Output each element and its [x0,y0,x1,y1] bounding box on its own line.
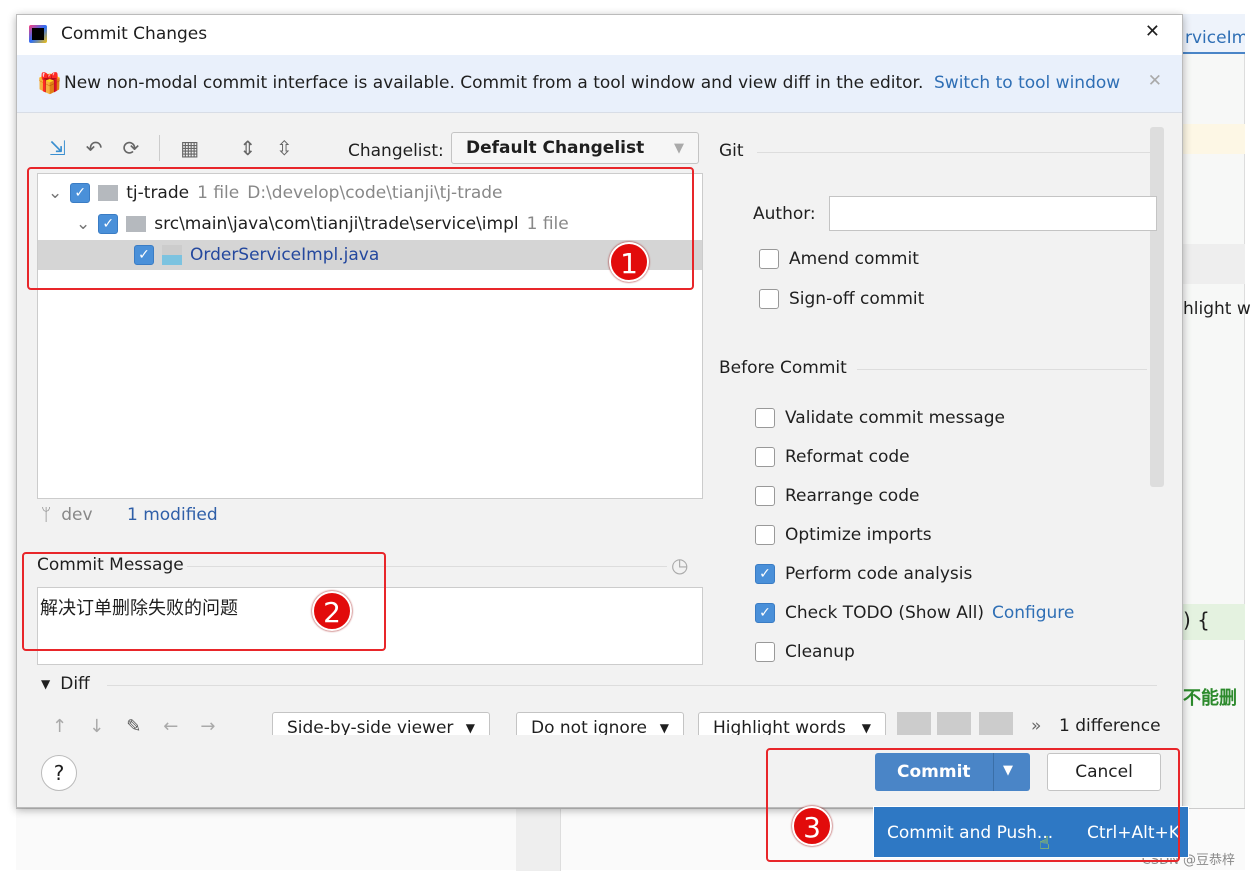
option-label: Perform code analysis [785,564,973,584]
highlight-value: Highlight words [713,718,846,735]
banner-close-icon[interactable]: ✕ [1148,71,1162,91]
scrollbar[interactable] [1150,127,1164,487]
forward-icon[interactable]: → [200,716,215,735]
next-diff-icon[interactable]: ↓ [89,716,104,735]
prev-diff-icon[interactable]: ↑ [52,716,67,735]
chevron-down-icon: ▼ [861,721,871,735]
editor-comment: 不能删 [1183,688,1237,709]
close-icon[interactable]: ✕ [1145,21,1160,42]
annotation-number-2: 2 [312,591,352,631]
changelist-value: Default Changelist [466,138,645,158]
branch-name: dev [61,505,93,525]
lock-icon[interactable] [979,712,1013,735]
option-label: Sign-off commit [789,289,925,309]
back-icon[interactable]: ← [163,716,178,735]
before-commit-title: Before Commit [719,358,847,378]
ignore-value: Do not ignore [531,718,647,735]
option-label: Optimize imports [785,525,932,545]
option-label: Amend commit [789,249,919,269]
before-commit-option[interactable]: Cleanup [755,642,855,662]
option-label: Check TODO (Show All) [785,603,984,623]
before-commit-option[interactable]: ✓ Perform code analysis [755,564,972,584]
sync-scroll-icon[interactable] [937,712,971,735]
checkbox [755,525,775,545]
show-diff-icon[interactable]: ⇲ [49,136,66,160]
author-input[interactable] [829,196,1157,231]
diff-title: Diff [60,674,90,694]
before-commit-option[interactable]: Rearrange code [755,486,919,506]
help-button[interactable]: ? [41,755,77,791]
before-commit-option[interactable]: Reformat code [755,447,910,467]
branch-status: ᛘ dev [41,505,93,525]
author-label: Author: [753,204,816,224]
before-commit-option[interactable]: ✓ Check TODO (Show All) Configure [755,603,1074,623]
annotation-box-1 [27,167,694,290]
banner-text: New non-modal commit interface is availa… [64,73,924,93]
signoff-commit-checkbox[interactable]: Sign-off commit [759,289,924,309]
changelist-select[interactable]: Default Changelist ▼ [451,132,699,164]
chevron-down-icon: ▼ [659,721,669,735]
collapse-triangle-icon: ▼ [41,677,51,691]
more-icon[interactable]: » [1031,716,1041,735]
editor-tab[interactable]: rviceImp [1183,14,1245,54]
diff-toggle[interactable]: ▼ Diff [41,674,90,694]
highlight-select[interactable]: Highlight words ▼ [698,712,886,735]
commit-dialog: Commit Changes ✕ 🎁 New non-modal commit … [16,14,1183,808]
modified-link[interactable]: 1 modified [127,505,218,525]
viewer-value: Side-by-side viewer [287,718,454,735]
branch-icon: ᛘ [41,505,52,525]
before-commit-option[interactable]: Validate commit message [755,408,1005,428]
collapse-all-icon[interactable]: ⇳ [276,136,293,160]
edit-icon[interactable]: ✎ [126,716,141,735]
info-banner: 🎁 New non-modal commit interface is avai… [17,55,1182,113]
checkbox: ✓ [755,564,775,584]
history-icon[interactable]: ◷ [671,553,688,577]
checkbox [755,486,775,506]
option-label: Reformat code [785,447,910,467]
option-label: Validate commit message [785,408,1005,428]
ignore-select[interactable]: Do not ignore ▼ [516,712,684,735]
checkbox [755,642,775,662]
refresh-icon[interactable]: ⟳ [123,136,140,160]
configure-link[interactable]: Configure [992,603,1074,623]
switch-to-tool-window-link[interactable]: Switch to tool window [934,73,1120,93]
checkbox [755,447,775,467]
intellij-logo-icon [29,25,47,43]
editor-code: ) { [1183,604,1245,640]
annotation-box-3 [766,748,1180,862]
git-section-title: Git [719,141,744,161]
annotation-number-1: 1 [609,242,649,282]
rollback-icon[interactable]: ↶ [86,136,103,160]
checkbox [755,408,775,428]
viewer-select[interactable]: Side-by-side viewer ▼ [272,712,490,735]
difference-count: 1 difference [1059,716,1161,735]
window-title: Commit Changes [61,24,208,44]
gift-icon: 🎁 [37,71,62,95]
amend-commit-checkbox[interactable]: Amend commit [759,249,919,269]
before-commit-option[interactable]: Optimize imports [755,525,932,545]
checkbox [759,249,779,269]
chevron-down-icon: ▼ [465,721,475,735]
expand-all-icon[interactable]: ⇕ [239,136,256,160]
changelist-label: Changelist: [348,141,444,161]
option-label: Rearrange code [785,486,920,506]
checkbox [759,289,779,309]
chevron-down-icon: ▼ [674,140,684,156]
checkbox: ✓ [755,603,775,623]
group-by-icon[interactable]: ▦ [180,136,199,160]
collapse-unchanged-icon[interactable] [897,712,931,735]
background-editor: rviceImp hlight w ) { 不能删 [1183,14,1251,870]
option-label: Cleanup [785,642,855,662]
title-bar: Commit Changes ✕ [17,15,1182,55]
editor-text: hlight w [1183,299,1251,319]
annotation-number-3: 3 [792,806,832,846]
diff-toolbar: ↑ ↓ ✎ ← → Side-by-side viewer ▼ Do not ignore… [17,710,1184,735]
